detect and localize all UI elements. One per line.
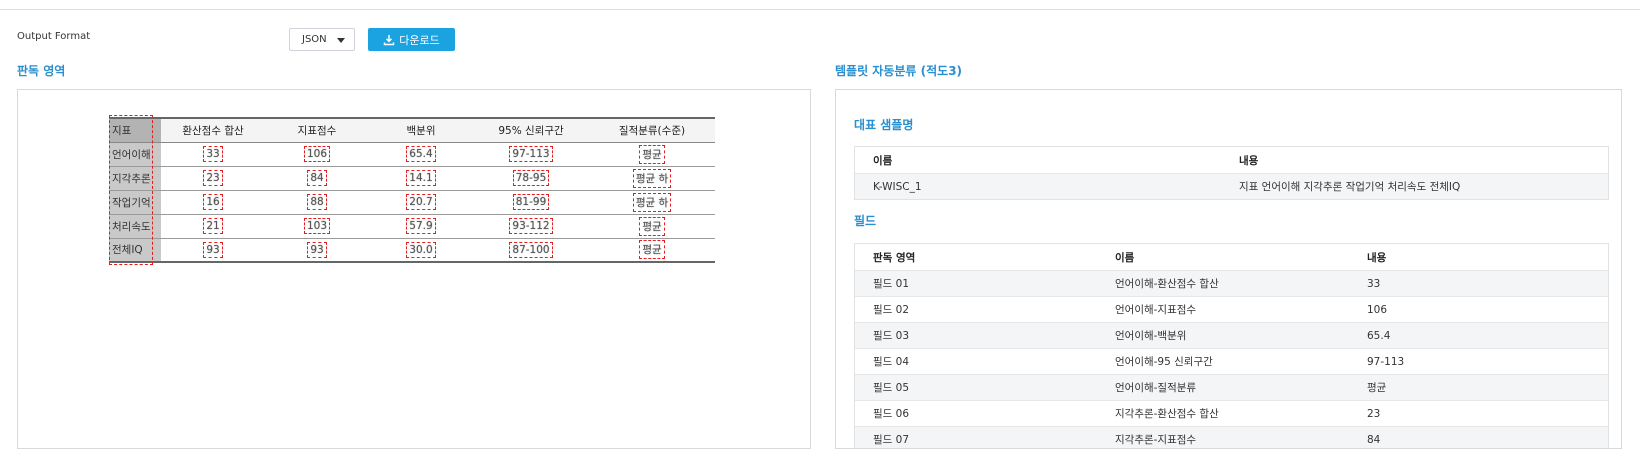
- detected-field[interactable]: 78-95: [512, 170, 550, 186]
- table-row[interactable]: 필드 04 언어이해-95 신뢰구간 97-113: [855, 348, 1608, 374]
- field-area-cell: 필드 07: [873, 434, 910, 446]
- scanned-document: 지표 환산점수 합산 지표점수 백분위 95% 신뢰구간 질적분류(수준) 언어…: [109, 115, 715, 265]
- doc-header-cell: 질적분류(수준): [589, 118, 715, 143]
- detected-field[interactable]: 30.0: [406, 241, 436, 258]
- detected-field[interactable]: 97-113: [509, 146, 553, 162]
- field-value-cell: 33: [1367, 277, 1381, 290]
- table-row[interactable]: K-WISC_1 지표 언어이해 지각추론 작업기억 처리속도 전체IQ: [855, 173, 1608, 199]
- field-name-cell: 언어이해-환산점수 합산: [1115, 278, 1219, 290]
- table-row[interactable]: 필드 07 지각추론-지표점수 84: [855, 426, 1608, 448]
- download-label: 다운로드: [399, 33, 440, 47]
- sample-name-title: 대표 샘플명: [854, 118, 914, 132]
- detected-field[interactable]: 87-100: [509, 241, 553, 258]
- column-header: 내용: [1367, 251, 1387, 264]
- detected-field[interactable]: 33: [203, 146, 223, 162]
- top-divider: [0, 9, 1640, 10]
- doc-row-label: 지각추론: [109, 166, 161, 191]
- document-table: 지표 환산점수 합산 지표점수 백분위 95% 신뢰구간 질적분류(수준) 언어…: [109, 117, 715, 263]
- detected-field[interactable]: 106: [303, 146, 331, 162]
- doc-row-label: 언어이해: [109, 142, 161, 167]
- field-area-cell: 필드 01: [873, 278, 910, 290]
- table-row[interactable]: 필드 01 언어이해-환산점수 합산 33: [855, 270, 1608, 296]
- field-value-cell: 84: [1367, 433, 1381, 446]
- fields-table: 판독 영역 이름 내용 필드 01 언어이해-환산점수 합산 33 필드 02 …: [854, 243, 1609, 448]
- document-table-row: 처리속도 21 103 57.9 93-112 평균: [109, 214, 715, 239]
- doc-row-label: 작업기억: [109, 190, 161, 215]
- doc-header-cell: 환산점수 합산: [161, 118, 265, 143]
- column-header: 내용: [1239, 154, 1259, 167]
- field-value-cell: 106: [1367, 303, 1388, 316]
- doc-header-cell: 지표점수: [265, 118, 369, 143]
- table-row[interactable]: 필드 05 언어이해-질적분류 평균: [855, 374, 1608, 400]
- detected-field[interactable]: 23: [203, 170, 223, 186]
- doc-header-cell: 지표: [109, 118, 161, 143]
- download-icon: [384, 34, 395, 45]
- detected-field[interactable]: 93-112: [509, 218, 553, 234]
- detected-field[interactable]: 21: [203, 218, 223, 234]
- field-area-cell: 필드 03: [873, 330, 910, 342]
- table-row[interactable]: 필드 03 언어이해-백분위 65.4: [855, 322, 1608, 348]
- field-area-cell: 필드 05: [873, 382, 910, 394]
- sample-table: 이름 내용 K-WISC_1 지표 언어이해 지각추론 작업기억 처리속도 전체…: [854, 146, 1609, 200]
- detected-field[interactable]: 84: [307, 170, 327, 186]
- detected-field[interactable]: 81-99: [512, 194, 550, 210]
- document-table-row: 지각추론 23 84 14.1 78-95 평균 하: [109, 166, 715, 191]
- output-format-value: JSON: [302, 34, 327, 45]
- detected-field[interactable]: 93: [307, 241, 327, 258]
- detected-field[interactable]: 평균: [639, 144, 665, 164]
- field-name-cell: 지각추론-환산점수 합산: [1115, 408, 1219, 420]
- template-classification-panel: 대표 샘플명 이름 내용 K-WISC_1 지표 언어이해 지각추론 작업기억 …: [835, 89, 1622, 449]
- download-button[interactable]: 다운로드: [368, 28, 455, 51]
- doc-row-label: 전체IQ: [109, 238, 161, 262]
- column-header: 이름: [1115, 251, 1135, 264]
- detected-field[interactable]: 65.4: [406, 146, 436, 162]
- doc-header-cell: 95% 신뢰구간: [473, 118, 589, 143]
- field-name-cell: 언어이해-95 신뢰구간: [1115, 356, 1213, 368]
- doc-header-cell: 백분위: [369, 118, 473, 143]
- field-name-cell: 언어이해-지표점수: [1115, 304, 1197, 316]
- sample-content-cell: 지표 언어이해 지각추론 작업기억 처리속도 전체IQ: [1239, 181, 1461, 193]
- detected-field[interactable]: 103: [303, 218, 331, 234]
- field-area-cell: 필드 04: [873, 356, 910, 368]
- detected-field[interactable]: 93: [203, 241, 223, 258]
- table-row[interactable]: 필드 02 언어이해-지표점수 106: [855, 296, 1608, 322]
- document-table-row: 작업기억 16 88 20.7 81-99 평균 하: [109, 190, 715, 215]
- detected-field[interactable]: 14.1: [406, 170, 436, 186]
- output-format-select[interactable]: JSON: [289, 28, 355, 51]
- document-table-row: 전체IQ 93 93 30.0 87-100 평균: [109, 238, 715, 262]
- field-value-cell: 23: [1367, 407, 1381, 420]
- chevron-down-icon: [337, 38, 345, 43]
- field-name-cell: 언어이해-질적분류: [1115, 382, 1197, 394]
- sample-name-cell: K-WISC_1: [873, 180, 922, 193]
- column-header: 이름: [873, 154, 893, 167]
- field-value-cell: 65.4: [1367, 329, 1391, 342]
- document-table-row: 언어이해 33 106 65.4 97-113 평균: [109, 142, 715, 167]
- field-area-cell: 필드 06: [873, 408, 910, 420]
- detected-field[interactable]: 57.9: [406, 218, 436, 234]
- detected-field[interactable]: 16: [203, 194, 223, 210]
- detected-field[interactable]: 평균: [639, 216, 665, 236]
- field-area-cell: 필드 02: [873, 304, 910, 316]
- field-name-cell: 언어이해-백분위: [1115, 330, 1187, 342]
- detected-field[interactable]: 평균: [639, 240, 665, 260]
- table-row[interactable]: 필드 06 지각추론-환산점수 합산 23: [855, 400, 1608, 426]
- detected-field[interactable]: 평균 하: [632, 192, 672, 212]
- template-classification-title: 템플릿 자동분류 (적도3): [835, 64, 963, 78]
- output-format-label: Output Format: [17, 31, 91, 42]
- fields-title: 필드: [854, 214, 877, 228]
- column-header: 판독 영역: [873, 251, 916, 264]
- field-name-cell: 지각추론-지표점수: [1115, 434, 1197, 446]
- document-table-header: 지표 환산점수 합산 지표점수 백분위 95% 신뢰구간 질적분류(수준): [109, 118, 715, 143]
- sample-table-header: 이름 내용: [855, 147, 1608, 173]
- field-value-cell: 평균: [1367, 382, 1387, 394]
- fields-table-header: 판독 영역 이름 내용: [855, 244, 1608, 270]
- detected-field[interactable]: 88: [307, 194, 327, 210]
- detected-field[interactable]: 20.7: [406, 194, 436, 210]
- field-value-cell: 97-113: [1367, 355, 1405, 368]
- reading-area-title: 판독 영역: [17, 64, 66, 78]
- reading-area-panel: 지표 환산점수 합산 지표점수 백분위 95% 신뢰구간 질적분류(수준) 언어…: [17, 89, 811, 449]
- doc-row-label: 처리속도: [109, 214, 161, 239]
- detected-field[interactable]: 평균 하: [632, 168, 672, 188]
